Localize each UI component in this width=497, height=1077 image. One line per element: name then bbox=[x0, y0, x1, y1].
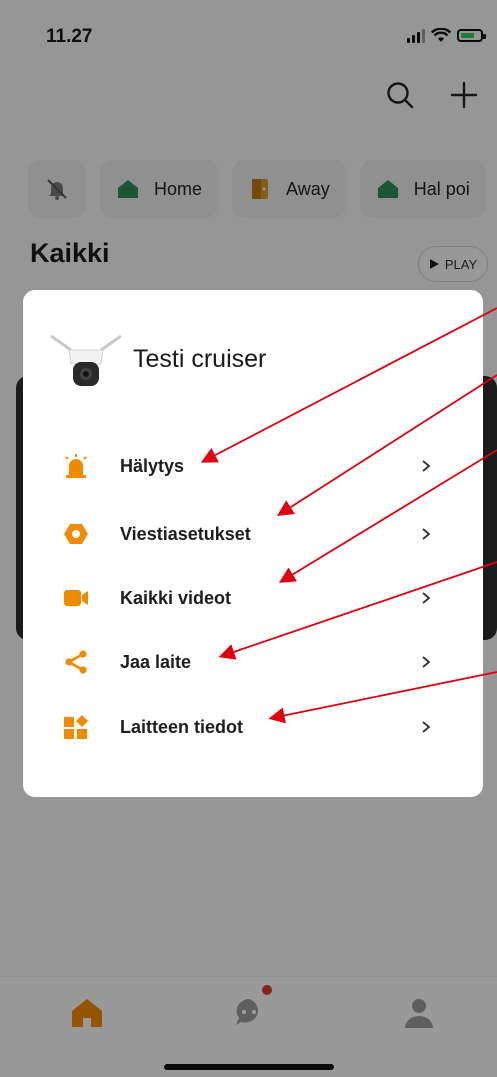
share-icon bbox=[65, 650, 87, 674]
video-camera-icon bbox=[64, 590, 88, 606]
alarm-siren-icon bbox=[65, 454, 87, 478]
chevron-right-icon bbox=[422, 721, 431, 733]
menu-item-alarm[interactable]: Hälytys bbox=[23, 442, 483, 490]
menu-item-message-settings[interactable]: Viestiasetukset bbox=[23, 510, 483, 558]
menu-item-all-videos[interactable]: Kaikki videot bbox=[23, 574, 483, 622]
chevron-right-icon bbox=[422, 460, 431, 472]
menu-item-device-info[interactable]: Laitteen tiedot bbox=[23, 703, 483, 751]
menu-item-share-device[interactable]: Jaa laite bbox=[23, 638, 483, 686]
camera-thumbnail bbox=[50, 334, 122, 386]
device-menu-modal: Testi cruiser Hälytys Viestiasetukset Ka… bbox=[23, 290, 483, 797]
device-name: Testi cruiser bbox=[133, 345, 267, 373]
message-settings-icon bbox=[64, 524, 88, 544]
menu-item-label: Laitteen tiedot bbox=[120, 716, 244, 737]
menu-item-label: Jaa laite bbox=[120, 651, 192, 672]
chevron-right-icon bbox=[422, 656, 431, 668]
chevron-right-icon bbox=[422, 592, 431, 604]
menu-item-label: Viestiasetukset bbox=[120, 523, 251, 544]
menu-item-label: Hälytys bbox=[120, 455, 185, 476]
chevron-right-icon bbox=[422, 528, 431, 540]
device-info-icon bbox=[64, 715, 88, 739]
menu-item-label: Kaikki videot bbox=[120, 587, 232, 608]
